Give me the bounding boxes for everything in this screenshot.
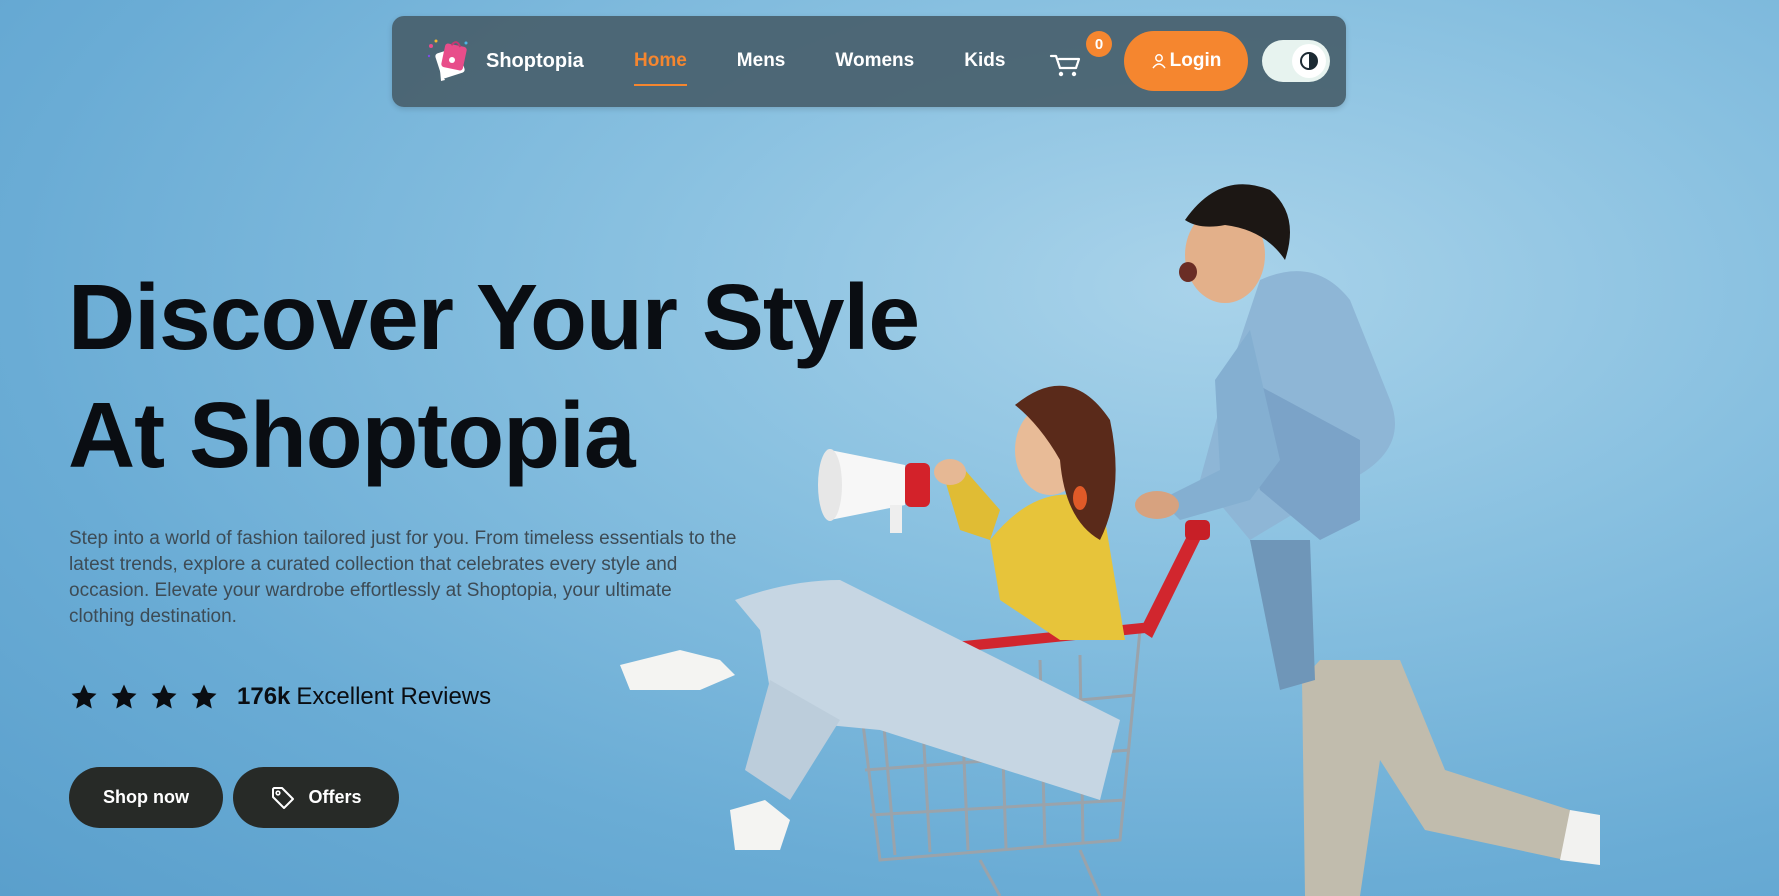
star-icon — [71, 684, 97, 709]
rating-stars — [69, 682, 229, 712]
hero-title-line2: At Shoptopia — [68, 383, 636, 487]
nav-links: Home Mens Womens Kids — [634, 50, 1055, 86]
offers-button[interactable]: Offers — [233, 767, 399, 828]
shopping-bag-icon — [427, 39, 468, 81]
reviews-summary: 176k Excellent Reviews — [69, 682, 491, 712]
toggle-knob — [1292, 44, 1326, 78]
nav-item-home[interactable]: Home — [634, 50, 687, 86]
shop-now-label: Shop now — [103, 787, 189, 807]
review-label: Excellent Reviews — [296, 683, 492, 710]
offers-label: Offers — [308, 787, 362, 807]
star-icon — [191, 684, 217, 709]
hero-photo — [620, 184, 1600, 896]
user-icon — [1152, 54, 1166, 69]
nav-item-mens[interactable]: Mens — [737, 50, 786, 72]
brand-name: Shoptopia — [486, 49, 584, 72]
review-count: 176k — [237, 683, 291, 710]
cart-count-badge: 0 — [1086, 31, 1112, 57]
login-button[interactable]: Login — [1124, 31, 1248, 91]
nav-item-kids[interactable]: Kids — [964, 50, 1005, 72]
login-label: Login — [1169, 50, 1222, 71]
contrast-icon — [1300, 52, 1318, 70]
shop-now-button[interactable]: Shop now — [69, 767, 223, 828]
tag-icon — [272, 786, 295, 809]
star-icon — [151, 684, 177, 709]
star-icon — [111, 684, 137, 709]
cart-icon[interactable] — [1048, 46, 1084, 82]
theme-toggle[interactable] — [1262, 40, 1330, 82]
brand[interactable]: Shoptopia — [422, 34, 584, 88]
navbar: Shoptopia Home Mens Womens Kids 0 Login — [392, 16, 1346, 107]
nav-item-womens[interactable]: Womens — [835, 50, 914, 72]
